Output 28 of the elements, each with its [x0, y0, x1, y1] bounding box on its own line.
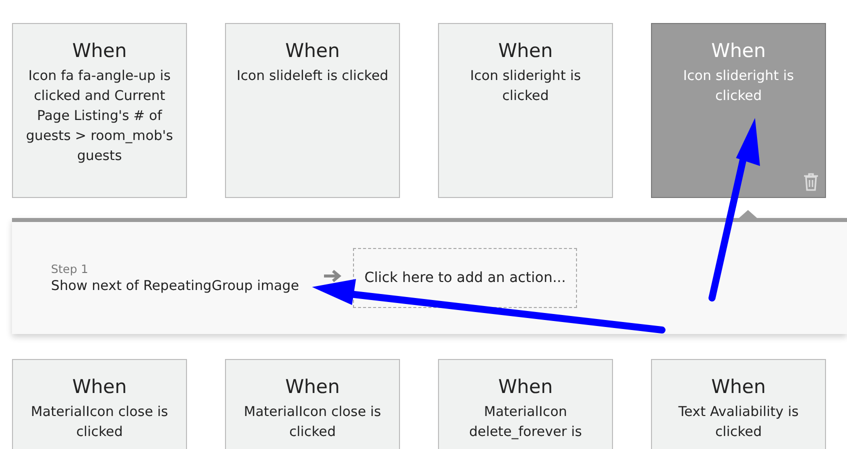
card-description: Icon fa fa-angle-up is clicked and Current Page Listing's # of guests > room_mob's guests [24, 67, 174, 166]
card-description: Icon slideright is clicked [682, 67, 795, 106]
card-title: When [498, 39, 553, 64]
step-label: Step 1 [51, 262, 90, 276]
card-description: MaterialIcon delete_forever is [468, 403, 583, 442]
step-action[interactable]: Show next of RepeatingGroup image [51, 278, 300, 294]
card-title: When [72, 39, 127, 64]
condition-card[interactable]: When MaterialIcon delete_forever is [438, 359, 613, 449]
card-title: When [711, 375, 766, 400]
card-title: When [711, 39, 766, 64]
condition-card[interactable]: When Text Avaliability is clicked [651, 359, 826, 449]
card-title: When [285, 375, 340, 400]
condition-card[interactable]: When MaterialIcon close is clicked [12, 359, 187, 449]
condition-card[interactable]: When Icon fa fa-angle-up is clicked and Current Page Listing's # of guests > room_mob's guests [12, 23, 187, 198]
card-description: MaterialIcon close is clicked [30, 403, 170, 442]
card-description: Text Avaliability is clicked [677, 403, 800, 442]
card-description: MaterialIcon close is clicked [242, 403, 382, 442]
condition-card[interactable]: When Icon slideleft is clicked [225, 23, 400, 198]
card-description: Icon slideright is clicked [469, 67, 582, 106]
card-title: When [285, 39, 340, 64]
condition-card[interactable]: When MaterialIcon close is clicked [225, 359, 400, 449]
trash-icon[interactable] [803, 173, 819, 191]
arrow-icon [323, 269, 344, 283]
add-action-button[interactable]: Click here to add an action... [353, 248, 578, 308]
card-title: When [498, 375, 553, 400]
condition-card[interactable]: When Icon slideright is clicked [438, 23, 613, 198]
card-title: When [72, 375, 127, 400]
card-description: Icon slideleft is clicked [236, 67, 388, 86]
